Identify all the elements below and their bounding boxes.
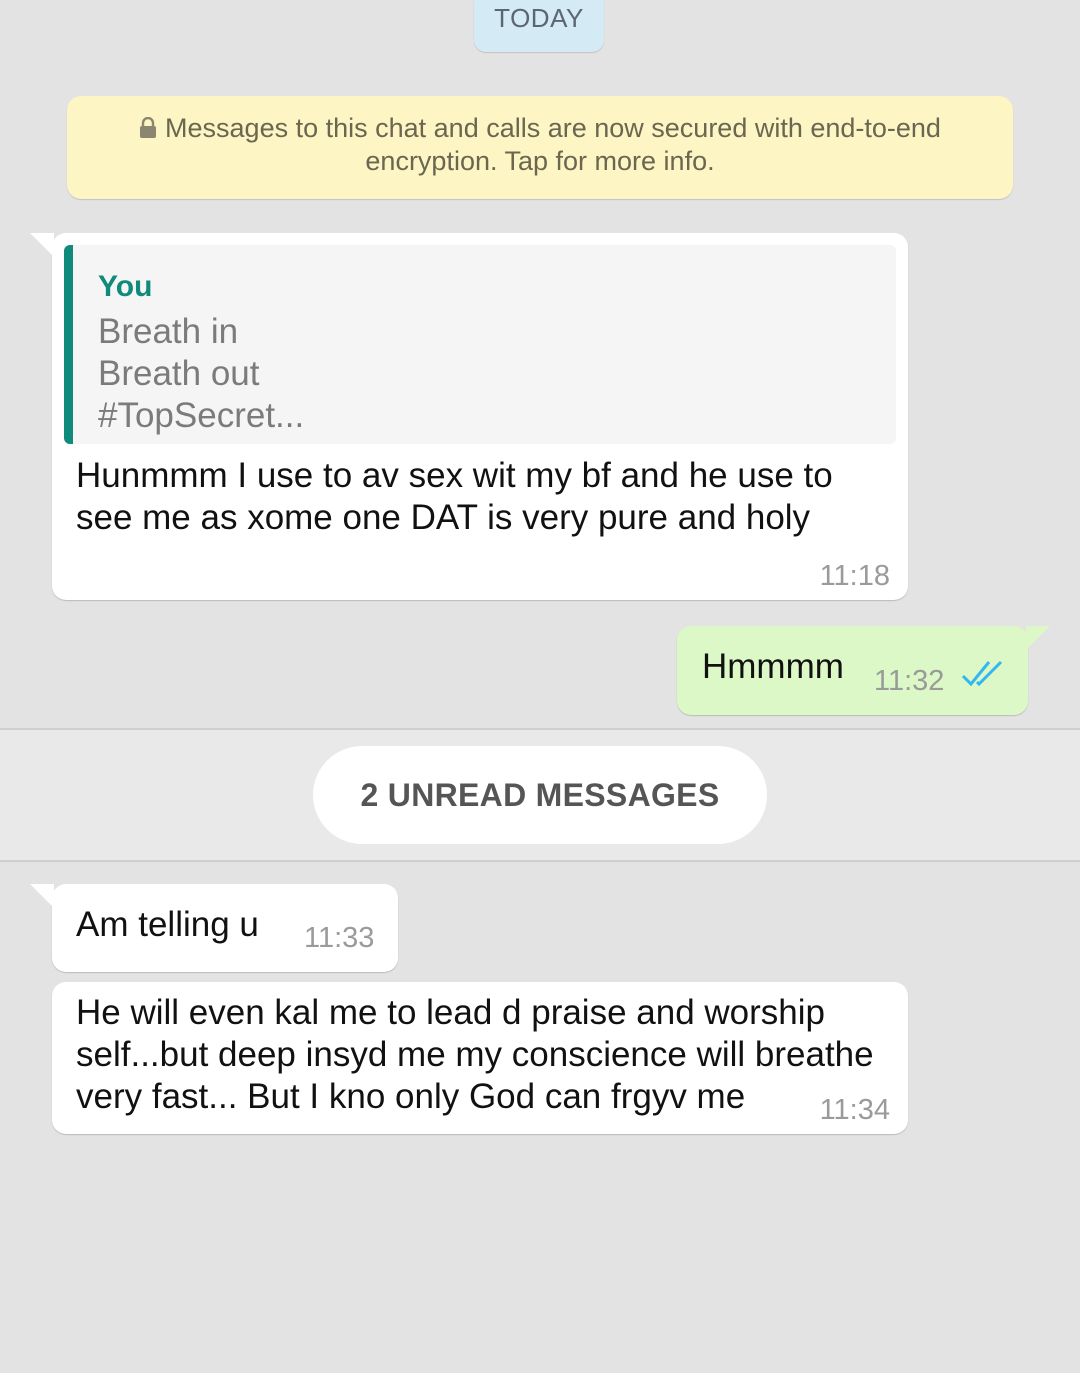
message-line: Hunmmm I use to av sex wit my bf and he … (76, 456, 833, 495)
message-incoming[interactable]: Am telling u 11:33 (30, 884, 398, 972)
encryption-notice[interactable]: Messages to this chat and calls are now … (67, 96, 1013, 199)
encryption-text-1: Messages to this chat and calls are now … (165, 113, 941, 143)
message-line: self...but deep insyd me my conscience w… (76, 1035, 874, 1074)
bubble-tail (30, 884, 54, 908)
quote-author: You (98, 270, 153, 303)
message-line: He will even kal me to lead d praise and… (76, 993, 825, 1032)
message-text: Am telling u (76, 905, 259, 944)
double-check-icon (961, 660, 1003, 687)
bubble-tail (1026, 626, 1050, 650)
bubble-tail (30, 233, 54, 257)
date-chip: TODAY (474, 0, 604, 52)
message-text: Hunmmm I use to av sex wit my bf and he … (76, 455, 833, 539)
date-chip-label: TODAY (494, 3, 584, 33)
quote-line: Breath in (98, 312, 239, 351)
quote-line: Breath out (98, 354, 260, 393)
message-incoming[interactable]: He will even kal me to lead d praise and… (52, 982, 908, 1134)
message-time: 11:33 (304, 922, 375, 954)
unread-messages-label: 2 UNREAD MESSAGES (360, 776, 720, 813)
quoted-message[interactable]: You Breath in Breath out #TopSecret... (64, 245, 896, 444)
encryption-text-2: encryption. Tap for more info. (365, 146, 715, 176)
unread-messages-badge: 2 UNREAD MESSAGES (313, 746, 767, 844)
quote-text: Breath in Breath out #TopSecret... (98, 311, 896, 437)
message-line: very fast... But I kno only God can frgy… (76, 1077, 746, 1116)
lock-icon (140, 117, 157, 138)
message-time: 11:32 (874, 665, 945, 697)
message-time: 11:34 (819, 1094, 890, 1126)
message-text: Hmmmm (702, 647, 844, 686)
message-incoming[interactable]: You Breath in Breath out #TopSecret... H… (30, 233, 908, 600)
message-text: He will even kal me to lead d praise and… (76, 992, 874, 1118)
encryption-line-1: Messages to this chat and calls are now … (67, 112, 1013, 145)
message-outgoing[interactable]: Hmmmm 11:32 (677, 626, 1050, 715)
quote-line: #TopSecret... (98, 396, 305, 435)
message-line: see me as xome one DAT is very pure and … (76, 498, 811, 537)
message-time: 11:18 (819, 560, 890, 592)
